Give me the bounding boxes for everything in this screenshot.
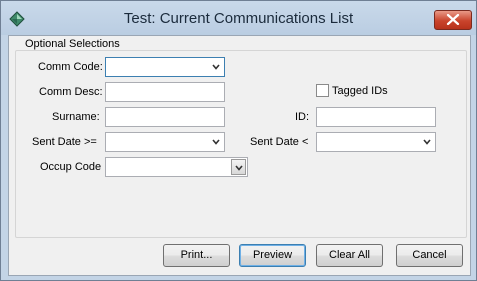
sent-date-ge-dropdown[interactable] [105,132,225,152]
comm-code-dropdown[interactable] [105,57,225,77]
occup-code-dropdown[interactable] [105,157,248,177]
group-label: Optional Selections [23,38,122,50]
close-icon [446,14,460,25]
cancel-button[interactable]: Cancel [396,244,463,267]
sent-date-lt-dropdown[interactable] [316,132,436,152]
dialog-window: Test: Current Communications List Option… [0,0,477,281]
chevron-down-icon [423,139,431,145]
chevron-down-icon [235,165,243,171]
print-button[interactable]: Print... [163,244,230,267]
tagged-ids-checkbox[interactable] [316,84,329,97]
comm-desc-input[interactable] [105,82,225,102]
id-input[interactable] [316,107,436,127]
preview-button[interactable]: Preview [239,244,306,267]
chevron-down-icon [212,139,220,145]
tagged-ids-label: Tagged IDs [332,85,388,97]
occup-code-dropdown-button[interactable] [231,159,246,175]
title-bar[interactable]: Test: Current Communications List [1,1,476,35]
window-title: Test: Current Communications List [123,10,354,27]
close-button[interactable] [434,10,472,30]
clear-all-button[interactable]: Clear All [316,244,383,267]
surname-label: Surname: [52,111,100,123]
comm-desc-label: Comm Desc: [39,86,103,98]
sent-date-ge-label: Sent Date >= [32,136,97,148]
id-label: ID: [295,111,310,123]
comm-code-label: Comm Code: [38,61,103,73]
sent-date-lt-label: Sent Date < [250,136,309,148]
chevron-down-icon [212,64,220,70]
dialog-client-area: Optional Selections Comm Code: Comm Desc… [8,35,471,276]
surname-input[interactable] [105,107,225,127]
occup-code-label: Occup Code [40,161,102,173]
